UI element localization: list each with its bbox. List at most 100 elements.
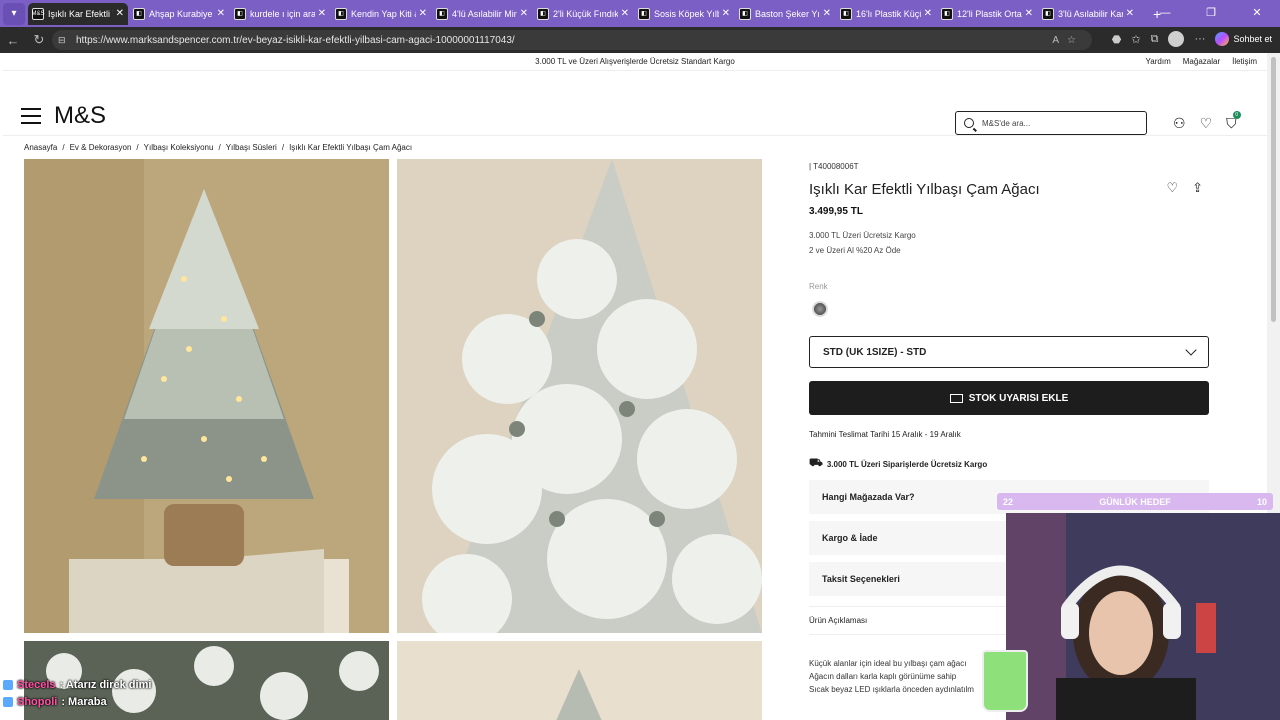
product-price: 3.499,95 TL (809, 206, 863, 217)
account-icon[interactable]: ⚇ (1173, 115, 1186, 132)
breadcrumb: Anasayfa / Ev & Dekorasyon / Yılbaşı Kolek… (24, 143, 413, 152)
envelope-icon (949, 393, 963, 403)
search-input[interactable]: M&S'de ara... (955, 111, 1147, 135)
size-select-value: STD (UK 1SIZE) - STD (823, 346, 927, 358)
contact-link[interactable]: İletişim (1232, 53, 1257, 71)
breadcrumb-item[interactable]: Yılbaşı Süsleri (226, 143, 277, 152)
shopping-bag-icon[interactable]: ⛉ 0 (1226, 111, 1241, 132)
close-tab-icon[interactable]: ✕ (1126, 8, 1134, 19)
site-logo[interactable]: M&S (54, 102, 106, 130)
close-window-icon[interactable]: ✕ (1234, 0, 1280, 27)
close-tab-icon[interactable]: ✕ (217, 8, 225, 19)
tab-actions-menu-icon[interactable]: ▾ (3, 2, 25, 25)
collections-icon[interactable]: ⧉ (1151, 33, 1159, 46)
window-controls: — ❐ ✕ (1142, 0, 1280, 27)
color-label: Renk (809, 282, 828, 291)
browser-tab[interactable]: ◧ Ahşap Kurabiye A ✕ (129, 3, 229, 25)
free-shipping-threshold: 3.000 TL Üzeri Ücretsiz Kargo (809, 231, 916, 240)
stock-alert-label: STOK UYARISI EKLE (968, 392, 1069, 404)
tab-title: Baston Şeker Yılb (755, 8, 820, 19)
url-text: https://www.marksandspencer.com.tr/ev-be… (76, 34, 515, 46)
site-favicon-icon: ◧ (941, 7, 953, 20)
browser-tab[interactable]: ◧ 2'li Küçük Fındıklı ✕ (533, 3, 633, 25)
browser-tab[interactable]: ◧ Kendin Yap Kiti & ✕ (331, 3, 431, 25)
browser-tab[interactable]: M&S Işıklı Kar Efektli Yıl ✕ (28, 2, 128, 25)
copilot-button[interactable]: Sohbet et (1215, 32, 1272, 46)
address-bar[interactable]: ⊟ https://www.marksandspencer.com.tr/ev-… (52, 30, 1092, 50)
search-icon (964, 118, 974, 128)
color-swatch[interactable] (812, 301, 828, 317)
breadcrumb-item[interactable]: Anasayfa (24, 143, 57, 152)
stream-chat: Stecels : Atarız direk dimi Shopoli : Ma… (3, 679, 151, 713)
breadcrumb-item[interactable]: Ev & Dekorasyon (70, 143, 132, 152)
favorites-icon[interactable]: ✩ (1131, 33, 1140, 46)
size-select[interactable]: STD (UK 1SIZE) - STD (809, 336, 1209, 368)
mands-favicon-icon: M&S (32, 7, 45, 20)
browser-tab-bar: ▾ M&S Işıklı Kar Efektli Yıl ✕ ◧ Ahşap Ku… (0, 0, 1280, 27)
promo-bar: 3.000 TL ve Üzeri Alışverişlerde Ücretsi… (3, 53, 1267, 71)
add-to-wishlist-heart-icon[interactable]: ♡ (1166, 180, 1178, 196)
close-tab-icon[interactable]: ✕ (116, 8, 124, 19)
browser-tab[interactable]: ◧ 3'lü Asılabilir Kar ✕ (1038, 3, 1138, 25)
chat-badge-icon (3, 697, 13, 707)
cup-overlay-image (982, 650, 1028, 712)
stores-link[interactable]: Mağazalar (1183, 53, 1220, 71)
close-tab-icon[interactable]: ✕ (621, 8, 629, 19)
browser-tab[interactable]: ◧ Sosis Köpek Yılba✕ (634, 3, 734, 25)
browser-tab[interactable]: ◧ Baston Şeker Yılb✕ (735, 3, 835, 25)
site-favicon-icon: ◧ (840, 7, 852, 20)
close-tab-icon[interactable]: ✕ (722, 8, 730, 19)
header-actions: ⚇ ♡ ⛉ 0 (1173, 111, 1241, 132)
stock-alert-button[interactable]: STOK UYARISI EKLE (809, 381, 1209, 415)
browser-tab[interactable]: ◧ 12'li Plastik Orta Y✕ (937, 3, 1037, 25)
product-image-tree-lit[interactable] (24, 159, 389, 633)
webcam-overlay (1006, 513, 1280, 720)
wishlist-heart-icon[interactable]: ♡ (1200, 115, 1213, 132)
chevron-down-icon (1185, 344, 1197, 356)
tab-title: 4'lü Asılabilir Min (452, 8, 517, 19)
close-tab-icon[interactable]: ✕ (520, 8, 528, 19)
browser-tab[interactable]: ◧ 4'lü Asılabilir Min ✕ (432, 3, 532, 25)
scrollbar-thumb[interactable] (1271, 57, 1276, 322)
tab-title: Işıklı Kar Efektli Yıl (48, 8, 113, 19)
chat-badge-icon (3, 680, 13, 690)
restore-icon[interactable]: ❐ (1188, 0, 1234, 27)
tab-title: 2'li Küçük Fındıklı (553, 8, 618, 19)
site-info-icon[interactable]: ⊟ (58, 35, 72, 46)
search-placeholder: M&S'de ara... (982, 118, 1031, 128)
product-image-small-tree[interactable] (397, 641, 762, 720)
multi-buy-offer: 2 ve Üzeri Al %20 Az Öde (809, 246, 901, 255)
close-tab-icon[interactable]: ✕ (318, 8, 326, 19)
close-tab-icon[interactable]: ✕ (924, 8, 932, 19)
tab-title: 12'li Plastik Orta Y (957, 8, 1022, 19)
tab-title: Kendin Yap Kiti & (351, 8, 416, 19)
share-icon[interactable]: ⇪ (1192, 180, 1203, 196)
back-icon[interactable]: ← (0, 33, 26, 48)
address-bar-actions-icon[interactable]: A☆ (1052, 35, 1084, 46)
more-menu-icon[interactable]: ··· (1194, 33, 1205, 45)
minimize-icon[interactable]: — (1142, 0, 1188, 27)
free-shipping-text: 3.000 TL Üzeri Siparişlerde Ücretsiz Kar… (826, 459, 988, 469)
chat-username: Shopoli (17, 696, 58, 708)
close-tab-icon[interactable]: ✕ (419, 8, 427, 19)
shipping-note: 3.000 TL Üzeri Ücretsiz Kargo 2 ve Üzeri… (809, 228, 1209, 258)
browser-tab[interactable]: ◧ 16'lı Plastik Küçü ✕ (836, 3, 936, 25)
close-tab-icon[interactable]: ✕ (1025, 8, 1033, 19)
extension-icon[interactable]: ⬣ (1112, 33, 1122, 46)
browser-tab[interactable]: ◧ kurdele ı için aran ✕ (230, 3, 330, 25)
profile-avatar[interactable] (1168, 31, 1185, 47)
refresh-icon[interactable]: ↻ (26, 32, 52, 48)
help-link[interactable]: Yardım (1146, 53, 1171, 71)
tab-title: 16'lı Plastik Küçü (856, 8, 921, 19)
close-tab-icon[interactable]: ✕ (823, 8, 831, 19)
tab-title: 3'lü Asılabilir Kar (1058, 8, 1123, 19)
breadcrumb-item[interactable]: Yılbaşı Koleksiyonu (144, 143, 214, 152)
product-image-tree-closeup[interactable] (397, 159, 762, 633)
chat-message: Shopoli : Maraba (3, 696, 151, 708)
goal-label: GÜNLÜK HEDEF (1099, 496, 1171, 507)
breadcrumb-current: Işıklı Kar Efektli Yılbaşı Çam Ağacı (289, 143, 413, 152)
utility-links: Yardım Mağazalar İletişim (1146, 53, 1257, 71)
toolbar-right: ⬣ ✩ ⧉ ··· Sohbet et (1112, 31, 1272, 47)
site-favicon-icon: ◧ (335, 7, 347, 20)
menu-icon[interactable] (21, 108, 41, 124)
